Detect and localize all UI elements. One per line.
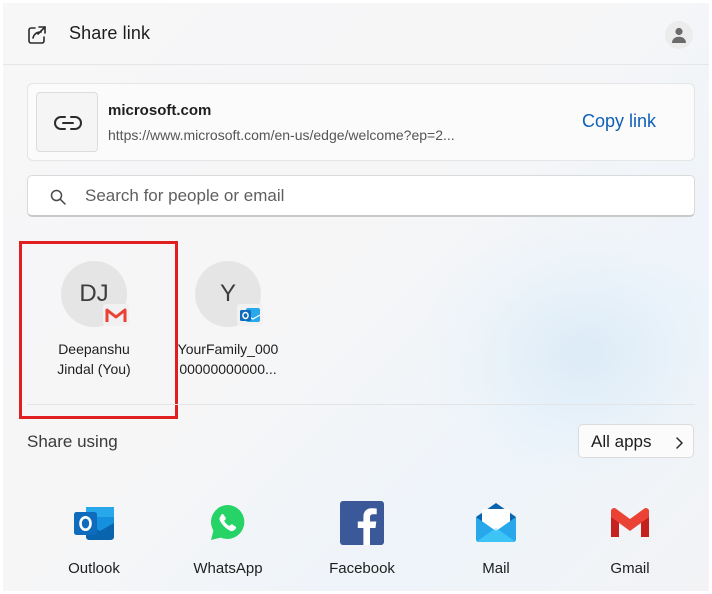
contact-name: Deepanshu Jindal (You) (57, 341, 131, 377)
dialog-title: Share link (69, 23, 151, 43)
outlook-icon (74, 507, 114, 540)
share-using-heading: Share using (27, 432, 118, 451)
app-label: Outlook (68, 560, 120, 577)
contact-item[interactable]: DJ Deepanshu Jindal (You) (29, 261, 159, 379)
divider (27, 404, 695, 405)
facebook-icon (340, 501, 384, 545)
app-label: WhatsApp (193, 560, 263, 577)
app-whatsapp[interactable]: WhatsApp (173, 499, 283, 577)
link-domain: microsoft.com (108, 102, 212, 119)
app-facebook[interactable]: Facebook (307, 499, 417, 577)
app-label: Mail (482, 560, 510, 577)
app-gmail[interactable]: Gmail (575, 499, 685, 577)
contact-item[interactable]: Y YourFamily_000 00000000000... (163, 261, 293, 379)
profile-button[interactable] (665, 21, 693, 49)
search-input[interactable] (85, 184, 665, 208)
app-label: Facebook (329, 560, 395, 577)
link-thumbnail (36, 92, 98, 152)
copy-link-button[interactable]: Copy link (582, 111, 656, 132)
link-icon (54, 116, 82, 130)
contact-name: YourFamily_000 00000000000... (177, 341, 279, 377)
link-url: https://www.microsoft.com/en-us/edge/wel… (108, 127, 455, 143)
chevron-right-icon (676, 437, 683, 449)
outlook-icon (237, 304, 263, 326)
all-apps-button[interactable]: All apps (578, 424, 694, 458)
share-dialog: Share link microsoft.com https://www.mic… (3, 3, 709, 591)
search-box (27, 175, 695, 217)
share-icon (25, 23, 49, 47)
all-apps-label: All apps (591, 432, 652, 451)
app-label: Gmail (610, 560, 650, 577)
link-card: microsoft.com https://www.microsoft.com/… (27, 83, 695, 161)
gmail-icon (103, 304, 129, 326)
whatsapp-icon (211, 505, 245, 540)
app-mail[interactable]: Mail (441, 499, 551, 577)
search-icon (50, 189, 66, 205)
avatar: DJ (61, 261, 129, 327)
avatar-initials: Y (219, 280, 236, 307)
avatar-initials: DJ (79, 280, 109, 307)
mail-icon (476, 503, 516, 542)
app-outlook[interactable]: Outlook (39, 499, 149, 577)
profile-icon (672, 27, 686, 43)
gmail-icon (611, 508, 649, 537)
avatar: Y (195, 261, 263, 327)
dialog-header: Share link (3, 3, 709, 65)
